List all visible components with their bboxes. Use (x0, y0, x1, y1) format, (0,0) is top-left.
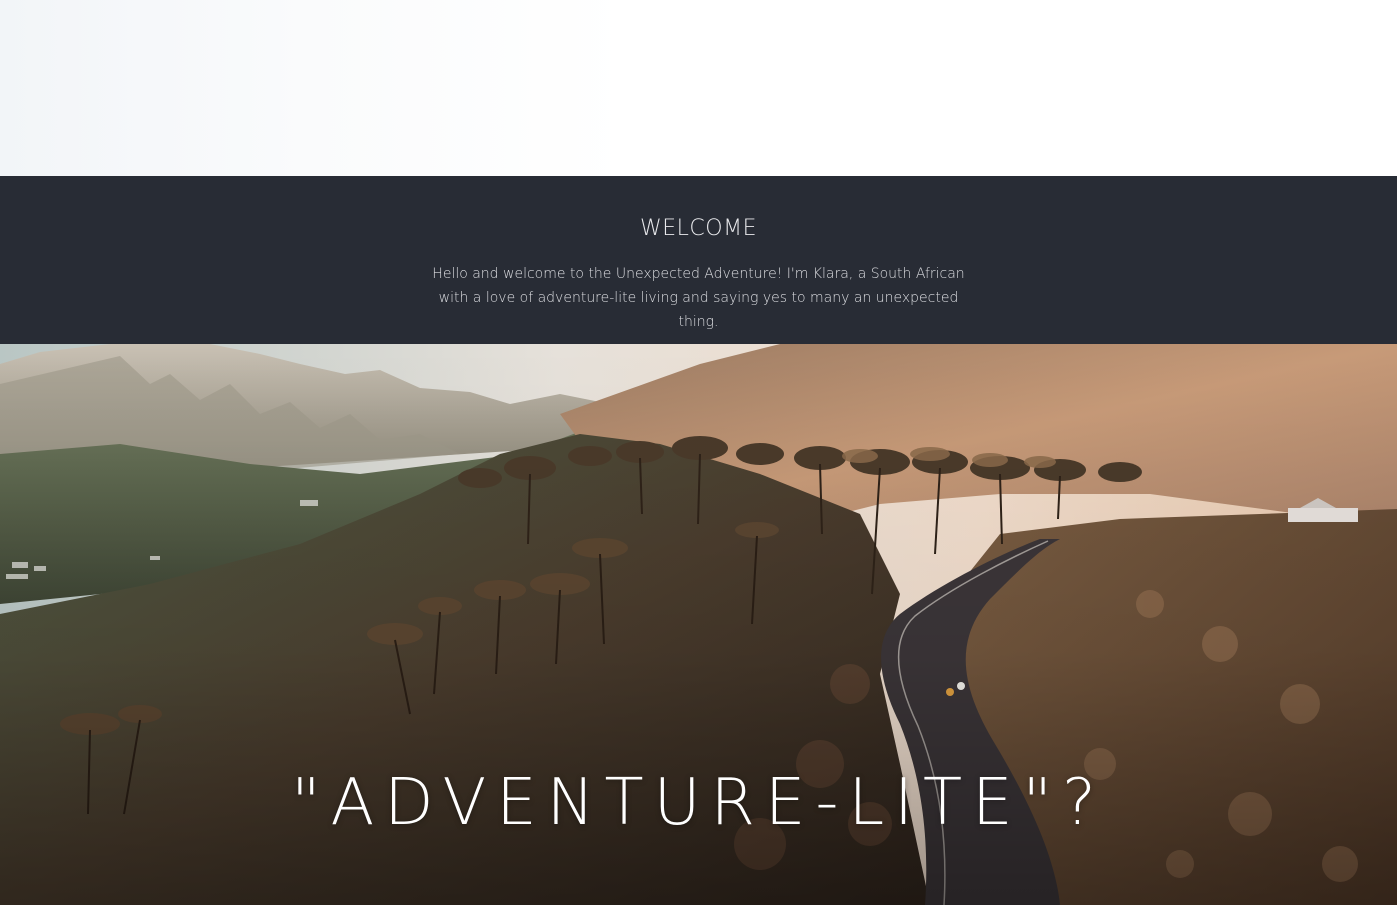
top-hero-band (0, 0, 1397, 176)
welcome-paragraph: Hello and welcome to the Unexpected Adve… (432, 266, 965, 330)
landscape-photo-section: "ADVENTURE-LITE"? (0, 344, 1397, 905)
welcome-heading: WELCOME (640, 216, 757, 241)
welcome-section: WELCOME Hello and welcome to the Unexpec… (0, 176, 1397, 344)
hero-caption: "ADVENTURE-LITE"? (291, 766, 1106, 840)
